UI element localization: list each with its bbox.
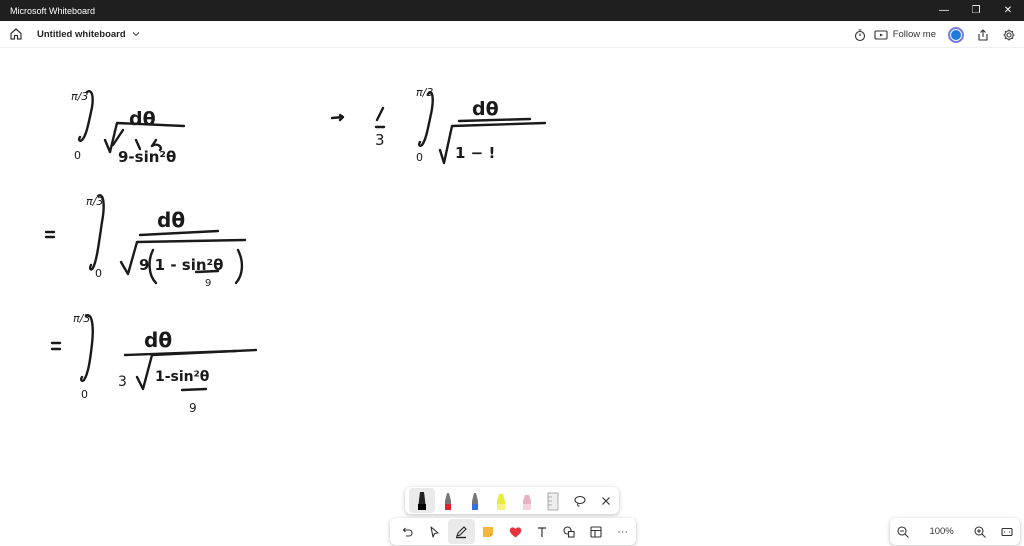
zoom-in-icon bbox=[974, 525, 986, 538]
whiteboard-canvas[interactable]: π/3 0 dθ 9-sin²θ → π/3 0 dθ 3 1 − ! = π/… bbox=[0, 48, 1024, 546]
app-title: Microsoft Whiteboard bbox=[10, 5, 96, 16]
templates-icon bbox=[590, 525, 602, 538]
black-pen[interactable] bbox=[409, 488, 436, 513]
ink-denominator-1: 9-sin²θ bbox=[118, 148, 176, 166]
ink-lower-limit-3: 0 bbox=[95, 267, 102, 280]
ink-lower-limit-1: 0 bbox=[74, 149, 81, 162]
pen-button[interactable] bbox=[447, 519, 475, 544]
share-button[interactable] bbox=[970, 23, 996, 47]
ink-lower-limit-4: 0 bbox=[81, 388, 88, 401]
red-pen[interactable] bbox=[435, 488, 461, 513]
select-button[interactable] bbox=[421, 519, 448, 544]
ink-integral-2 bbox=[330, 91, 547, 165]
ink-numerator-3: dθ bbox=[157, 208, 185, 232]
templates-button[interactable] bbox=[582, 519, 609, 544]
lasso-button[interactable] bbox=[567, 488, 593, 513]
main-toolbar: ··· bbox=[390, 518, 636, 545]
pen-tray bbox=[405, 487, 619, 514]
ink-denominator-4: 1-sin²θ bbox=[155, 369, 210, 385]
reaction-icon bbox=[509, 526, 521, 537]
timer-button[interactable] bbox=[847, 23, 873, 47]
ink-small-nine-1: 9 bbox=[205, 278, 211, 289]
text-button[interactable] bbox=[528, 519, 555, 544]
sticky-note-icon bbox=[483, 526, 494, 537]
board-title[interactable]: Untitled whiteboard bbox=[37, 29, 126, 40]
chevron-down-icon bbox=[132, 32, 140, 37]
more-icon: ··· bbox=[617, 525, 629, 538]
close-pen-tray-button[interactable] bbox=[593, 488, 619, 513]
ink-numerator-2: dθ bbox=[472, 98, 499, 120]
title-bar: Microsoft Whiteboard — ❐ ✕ bbox=[0, 0, 1024, 21]
close-window-button[interactable]: ✕ bbox=[992, 0, 1024, 21]
window-controls: — ❐ ✕ bbox=[928, 0, 1024, 21]
settings-button[interactable] bbox=[996, 23, 1022, 47]
ink-upper-limit-3: π/3 bbox=[86, 195, 103, 208]
ink-numerator-4: dθ bbox=[144, 328, 172, 352]
fit-to-screen-button[interactable] bbox=[993, 519, 1020, 544]
avatar[interactable] bbox=[948, 26, 964, 43]
more-button[interactable]: ··· bbox=[609, 519, 636, 544]
ink-lower-limit-2: 0 bbox=[416, 151, 423, 164]
blue-pen[interactable] bbox=[462, 488, 488, 513]
text-icon bbox=[537, 526, 546, 537]
zoom-out-button[interactable] bbox=[890, 519, 917, 544]
ink-numerator-1: dθ bbox=[129, 108, 156, 130]
undo-icon bbox=[403, 527, 413, 537]
close-icon bbox=[601, 496, 610, 505]
ink-coefficient-three-2: 3 bbox=[118, 374, 127, 390]
home-button[interactable] bbox=[3, 21, 29, 47]
zoom-in-button[interactable] bbox=[966, 519, 993, 544]
header-actions: Follow me bbox=[847, 21, 1022, 48]
shapes-icon bbox=[563, 525, 575, 538]
shapes-button[interactable] bbox=[555, 519, 582, 544]
share-icon bbox=[978, 28, 988, 41]
app-header: Untitled whiteboard Follow me bbox=[0, 21, 1024, 48]
ink-small-nine-2: 9 bbox=[189, 401, 197, 415]
zoom-control: 100% bbox=[890, 518, 1020, 545]
zoom-out-icon bbox=[897, 525, 910, 538]
restore-button[interactable]: ❐ bbox=[960, 0, 992, 21]
minimize-button[interactable]: — bbox=[928, 0, 960, 21]
zoom-level[interactable]: 100% bbox=[917, 526, 967, 537]
pen-icon bbox=[456, 525, 467, 538]
ink-upper-limit-1: π/3 bbox=[71, 90, 88, 103]
ink-coefficient-three: 3 bbox=[375, 131, 385, 149]
board-menu-button[interactable] bbox=[131, 29, 141, 39]
ink-integral-4 bbox=[50, 314, 258, 392]
follow-me-button[interactable]: Follow me bbox=[873, 23, 942, 47]
gear-icon bbox=[1003, 29, 1015, 40]
ink-denominator-2: 1 − ! bbox=[455, 144, 495, 162]
present-icon bbox=[874, 29, 888, 40]
ruler[interactable] bbox=[540, 488, 566, 513]
follow-me-label: Follow me bbox=[892, 29, 936, 40]
undo-button[interactable] bbox=[394, 519, 421, 544]
ink-denominator-3: 9 1 - sin²θ bbox=[139, 256, 223, 274]
fit-screen-icon bbox=[1001, 527, 1013, 536]
select-icon bbox=[430, 525, 439, 538]
ink-upper-limit-2: π/3 bbox=[416, 86, 433, 99]
pink-highlighter[interactable] bbox=[514, 488, 540, 513]
sticky-note-button[interactable] bbox=[475, 519, 502, 544]
timer-icon bbox=[854, 28, 865, 41]
reaction-button[interactable] bbox=[502, 519, 529, 544]
home-icon bbox=[10, 28, 22, 40]
lasso-icon bbox=[574, 495, 586, 507]
ink-upper-limit-4: π/3 bbox=[73, 312, 90, 325]
yellow-highlighter[interactable] bbox=[488, 488, 514, 513]
